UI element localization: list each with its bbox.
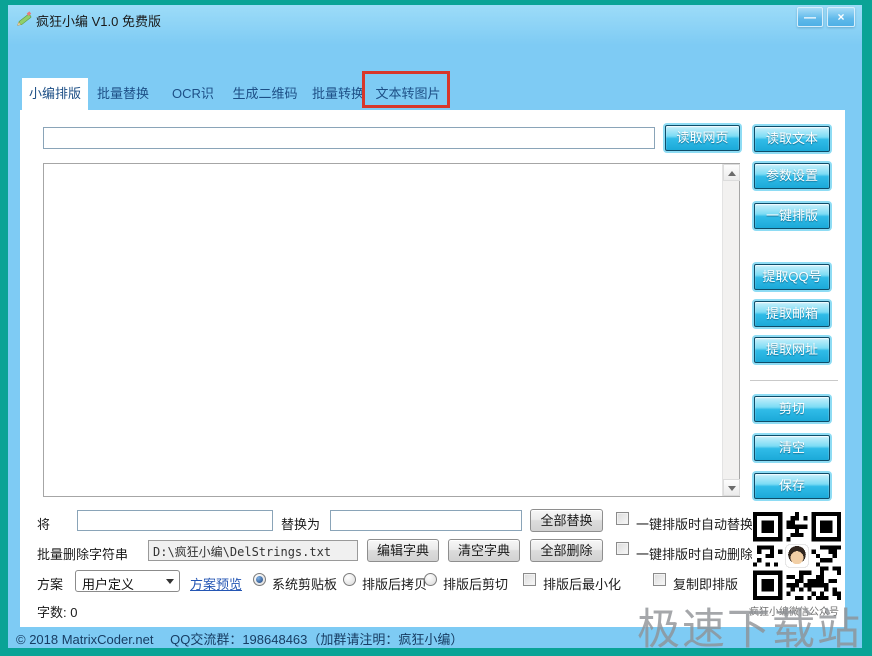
minimize-button[interactable]: —	[797, 7, 823, 27]
tab-batch-replace[interactable]: 批量替换	[95, 78, 151, 110]
pencil-app-icon	[15, 10, 33, 28]
copy-format-label: 复制即排版	[673, 574, 738, 593]
clipboard-radio[interactable]	[253, 573, 266, 586]
copy-after-radio-label: 排版后拷贝	[362, 574, 427, 593]
one-key-format-button[interactable]: 一键排版	[754, 203, 830, 229]
minimize-after-label: 排版后最小化	[543, 574, 621, 593]
save-button[interactable]: 保存	[754, 473, 830, 499]
replace-to-label: 替换为	[281, 514, 320, 533]
close-button[interactable]: ×	[827, 7, 855, 27]
tab-qrcode-gen[interactable]: 生成二维码	[231, 78, 299, 110]
tab-ocr[interactable]: OCR识别	[168, 78, 218, 110]
scheme-label: 方案	[37, 574, 63, 593]
editor-scrollbar[interactable]	[722, 164, 739, 496]
app-window: 疯狂小编 V1.0 免费版 — × 小编排版 批量替换 OCR识别 生成二维码 …	[0, 0, 872, 656]
auto-delete-checkbox[interactable]	[616, 542, 629, 555]
extract-mail-button[interactable]: 提取邮箱	[754, 301, 830, 327]
main-text-area[interactable]	[43, 163, 740, 497]
site-watermark: 极速下载站	[637, 595, 862, 656]
batch-delete-label: 批量删除字符串	[37, 544, 128, 563]
status-bar-text: © 2018 MatrixCoder.net QQ交流群：198648463（加…	[16, 629, 463, 648]
read-webpage-button[interactable]: 读取网页	[665, 125, 740, 151]
replace-to-input[interactable]	[330, 510, 522, 531]
scheme-select[interactable]: 用户定义	[75, 570, 180, 592]
extract-url-button[interactable]: 提取网址	[754, 337, 830, 363]
word-count: 字数: 0	[37, 602, 77, 621]
word-count-value: 0	[70, 605, 77, 620]
qr-code-image	[752, 512, 842, 600]
word-count-label: 字数:	[37, 605, 67, 620]
read-text-button[interactable]: 读取文本	[754, 126, 830, 152]
copy-after-radio[interactable]	[343, 573, 356, 586]
dict-path-field[interactable]: D:\疯狂小编\DelStrings.txt	[148, 540, 358, 561]
settings-button[interactable]: 参数设置	[754, 163, 830, 189]
chevron-down-icon	[166, 579, 174, 584]
edit-dict-button[interactable]: 编辑字典	[367, 539, 439, 562]
replace-from-input[interactable]	[77, 510, 273, 531]
tab-editor-format[interactable]: 小编排版	[22, 78, 88, 110]
url-input[interactable]	[43, 127, 655, 149]
scroll-down-icon[interactable]	[723, 479, 740, 496]
auto-replace-checkbox[interactable]	[616, 512, 629, 525]
tab-batch-convert[interactable]: 批量转换	[310, 78, 366, 110]
replace-from-label: 将	[37, 514, 50, 533]
clear-button[interactable]: 清空	[754, 435, 830, 461]
qr-code	[752, 512, 842, 600]
red-highlight-box	[362, 71, 450, 108]
minimize-after-checkbox[interactable]	[523, 573, 536, 586]
scroll-up-icon[interactable]	[723, 164, 740, 181]
auto-replace-label: 一键排版时自动替换	[636, 514, 753, 533]
copy-format-checkbox[interactable]	[653, 573, 666, 586]
replace-all-button[interactable]: 全部替换	[530, 509, 603, 532]
window-title: 疯狂小编 V1.0 免费版	[36, 11, 161, 30]
cut-button[interactable]: 剪切	[754, 396, 830, 422]
cut-after-radio-label: 排版后剪切	[443, 574, 508, 593]
scheme-selected-value: 用户定义	[82, 574, 134, 593]
auto-delete-label: 一键排版时自动删除	[636, 544, 753, 563]
delete-all-button[interactable]: 全部删除	[530, 539, 603, 562]
clipboard-radio-label: 系统剪贴板	[272, 574, 337, 593]
scheme-preview-link[interactable]: 方案预览	[190, 574, 242, 593]
cut-after-radio[interactable]	[424, 573, 437, 586]
extract-qq-button[interactable]: 提取QQ号	[754, 264, 830, 290]
clear-dict-button[interactable]: 清空字典	[448, 539, 520, 562]
side-divider	[750, 380, 838, 381]
